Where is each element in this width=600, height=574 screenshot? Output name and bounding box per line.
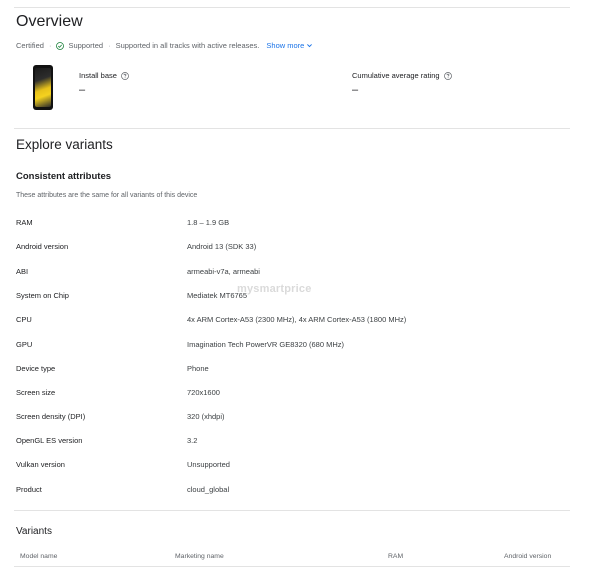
certification-status-row: Certified · Supported · Supported in all… [16, 41, 313, 50]
supported-description: Supported in all tracks with active rele… [115, 41, 260, 50]
install-base-value: – [79, 84, 86, 96]
column-header-marketing-name[interactable]: Marketing name [175, 553, 224, 560]
attribute-name: System on Chip [16, 290, 69, 300]
attribute-value: Android 13 (SDK 33) [187, 241, 257, 251]
certified-label: Certified [16, 41, 44, 50]
show-more-button[interactable]: Show more [266, 41, 313, 50]
attribute-name: Product [16, 484, 42, 494]
attribute-name: OpenGL ES version [16, 435, 83, 445]
attribute-row: CPU 4x ARM Cortex-A53 (2300 MHz), 4x ARM… [16, 312, 576, 326]
show-more-label: Show more [266, 41, 305, 50]
help-icon[interactable] [121, 71, 129, 80]
attribute-name: Device type [16, 363, 56, 373]
attribute-value: 3.2 [187, 435, 198, 445]
chevron-down-icon [307, 44, 313, 48]
variants-title: Variants [16, 526, 52, 537]
device-thumbnail [33, 65, 53, 110]
attribute-value: Unsupported [187, 459, 230, 469]
attribute-row: Android version Android 13 (SDK 33) [16, 239, 576, 253]
attribute-value: Phone [187, 363, 209, 373]
help-icon[interactable] [443, 71, 452, 80]
consistent-attributes-subtitle: These attributes are the same for all va… [16, 192, 198, 199]
separator-dot: · [48, 41, 52, 50]
column-header-model-name[interactable]: Model name [20, 553, 57, 560]
column-header-android-version[interactable]: Android version [504, 553, 551, 560]
overview-title: Overview [16, 13, 83, 30]
watermark: mysmartprice [237, 283, 312, 295]
attribute-name: Screen density (DPI) [16, 411, 86, 421]
attribute-row: Product cloud_global [16, 482, 576, 496]
attribute-row: Vulkan version Unsupported [16, 457, 576, 471]
attribute-value: 320 (xhdpi) [187, 411, 225, 421]
attribute-name: Screen size [16, 387, 56, 397]
attribute-row: Screen density (DPI) 320 (xhdpi) [16, 409, 576, 423]
attribute-value: cloud_global [187, 484, 230, 494]
attribute-name: Android version [16, 241, 69, 251]
attribute-row: Screen size 720x1600 [16, 385, 576, 399]
supported-label: Supported [68, 41, 104, 50]
attribute-row: Device type Phone [16, 361, 576, 375]
attribute-row: ABI armeabi-v7a, armeabi [16, 264, 576, 278]
column-header-ram[interactable]: RAM [388, 553, 403, 560]
attribute-value: armeabi-v7a, armeabi [187, 266, 260, 276]
attribute-name: CPU [16, 314, 32, 324]
attribute-value: 4x ARM Cortex-A53 (2300 MHz), 4x ARM Cor… [187, 314, 407, 324]
device-screen [35, 68, 51, 107]
explore-variants-title: Explore variants [16, 137, 113, 152]
section-divider [14, 128, 570, 129]
attribute-name: ABI [16, 266, 29, 276]
avg-rating-label: Cumulative average rating [352, 71, 440, 80]
separator-dot: · [108, 41, 111, 50]
install-base-label-row: Install base [79, 71, 129, 80]
attribute-value: 720x1600 [187, 387, 220, 397]
avg-rating-label-row: Cumulative average rating [352, 71, 452, 80]
attribute-name: Vulkan version [16, 459, 65, 469]
top-divider [14, 7, 570, 8]
attribute-name: RAM [16, 217, 33, 227]
attribute-row: RAM 1.8 – 1.9 GB [16, 215, 576, 229]
attribute-value: Imagination Tech PowerVR GE8320 (680 MHz… [187, 339, 345, 349]
section-divider [14, 510, 570, 511]
table-header-divider [14, 566, 570, 567]
avg-rating-value: – [352, 84, 359, 96]
consistent-attributes-title: Consistent attributes [16, 171, 112, 182]
attribute-name: GPU [16, 339, 33, 349]
check-circle-icon [56, 41, 65, 50]
attribute-row: GPU Imagination Tech PowerVR GE8320 (680… [16, 337, 576, 351]
attribute-row: OpenGL ES version 3.2 [16, 433, 576, 447]
install-base-label: Install base [79, 71, 117, 80]
attribute-value: 1.8 – 1.9 GB [187, 217, 230, 227]
